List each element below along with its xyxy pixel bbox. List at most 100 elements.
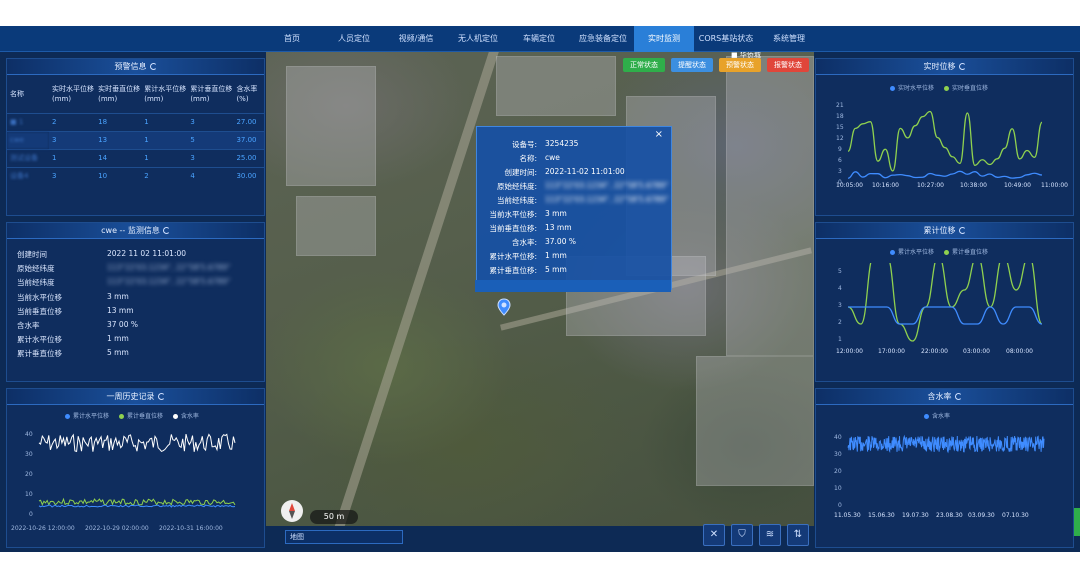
nav-item-vehicle[interactable]: 车辆定位 bbox=[512, 26, 566, 52]
popup-value: 37.00 % bbox=[545, 237, 576, 246]
panel-title: 实时位移 bbox=[816, 59, 1073, 75]
warning-table: 名称 实时水平位移(mm) 实时垂直位移(mm) 累计水平位移(mm) 累计垂直… bbox=[7, 75, 264, 185]
popup-label: 原始经纬度: bbox=[496, 182, 537, 191]
legend-swatch bbox=[890, 250, 895, 255]
info-value: 1 mm bbox=[107, 334, 129, 343]
popup-value: 13 mm bbox=[545, 223, 572, 232]
info-label: 当前垂直位移 bbox=[17, 307, 62, 316]
info-value: 113°22'03.1234", 22°58'5.6789" bbox=[107, 263, 231, 272]
map-building-block bbox=[286, 66, 376, 186]
nav-item-system[interactable]: 系统管理 bbox=[764, 26, 814, 52]
compass-icon[interactable] bbox=[281, 500, 303, 522]
y-tick: 2 bbox=[838, 319, 842, 326]
nav-item-home[interactable]: 首页 bbox=[272, 26, 312, 52]
x-tick: 08:00:00 bbox=[1006, 348, 1033, 355]
horizontal-series-line bbox=[847, 170, 1043, 179]
nav-item-equipment[interactable]: 应急装备定位 bbox=[574, 26, 632, 52]
y-tick: 3 bbox=[838, 168, 842, 175]
table-header: 累计水平位移(mm) bbox=[144, 84, 187, 103]
x-tick: 17:00:00 bbox=[878, 348, 905, 355]
y-tick: 30 bbox=[25, 451, 33, 458]
location-pin-icon[interactable] bbox=[497, 298, 511, 316]
shield-icon[interactable]: ⛉ bbox=[731, 524, 753, 546]
table-row[interactable]: 设备4 3 10 2 4 30.00 bbox=[7, 166, 264, 185]
x-tick: 15.06.30 bbox=[868, 512, 895, 519]
chart-legend: 累计水平位移 累计垂直位移 bbox=[882, 247, 988, 256]
info-label: 创建时间 bbox=[17, 250, 47, 259]
panel-title: 一周历史记录 bbox=[7, 389, 264, 405]
moisture-panel: 含水率 含水率 40 30 20 10 0 11.05.30 15.06.30 … bbox=[815, 388, 1074, 548]
status-reminder-button[interactable]: 提醒状态 bbox=[671, 58, 713, 72]
popup-value: 113°22'03.1234", 22°58'5.6789" bbox=[545, 195, 669, 204]
legend-swatch bbox=[172, 414, 178, 419]
chart-legend: 累计水平位移 累计垂直位移 含水率 bbox=[57, 411, 199, 420]
info-value: 13 mm bbox=[107, 306, 134, 315]
close-icon[interactable]: × bbox=[655, 129, 663, 140]
popup-value: cwe bbox=[545, 153, 560, 162]
y-tick: 20 bbox=[834, 468, 842, 475]
x-tick: 2022-10-26 12:00:00 bbox=[11, 525, 75, 532]
popup-label: 当前水平位移: bbox=[489, 210, 537, 219]
sort-icon[interactable]: ⇅ bbox=[787, 524, 809, 546]
horizontal-series-line bbox=[847, 306, 1043, 325]
info-label: 累计垂直位移 bbox=[17, 349, 62, 358]
history-panel: 一周历史记录 累计水平位移 累计垂直位移 含水率 40 30 20 10 0 2… bbox=[6, 388, 265, 548]
popup-value: 3254235 bbox=[545, 139, 579, 148]
realtime-chart: 21 18 15 12 9 6 3 0 10:05:00 10:05:00 10… bbox=[836, 102, 1068, 189]
refresh-icon[interactable] bbox=[954, 393, 962, 400]
x-tick: 12:00:00 bbox=[836, 348, 863, 355]
refresh-icon[interactable] bbox=[958, 227, 966, 234]
history-chart: 40 30 20 10 0 2022-10-26 12:00:00 2022-1… bbox=[11, 431, 236, 532]
refresh-icon[interactable] bbox=[149, 63, 157, 70]
map-scale: 50 m bbox=[310, 510, 358, 524]
x-tick: 03.09.30 bbox=[968, 512, 995, 519]
info-value: 2022 11 02 11:01:00 bbox=[107, 249, 187, 258]
nav-item-drone[interactable]: 无人机定位 bbox=[452, 26, 504, 52]
map-building-block bbox=[726, 56, 814, 356]
chart-legend: 含水率 bbox=[916, 411, 950, 420]
info-label: 累计水平位移 bbox=[17, 335, 62, 344]
legend-swatch bbox=[943, 250, 949, 255]
nav-item-video[interactable]: 视频/通信 bbox=[390, 26, 442, 52]
refresh-icon[interactable] bbox=[162, 227, 170, 234]
x-tick: 23.08.30 bbox=[936, 512, 963, 519]
clear-icon[interactable]: ✕ bbox=[703, 524, 725, 546]
y-tick: 6 bbox=[838, 157, 842, 164]
info-label: 原始经纬度 bbox=[17, 264, 55, 273]
y-tick: 9 bbox=[838, 146, 842, 153]
y-tick: 30 bbox=[834, 451, 842, 458]
realtime-displacement-panel: 实时位移 实时水平位移 实时垂直位移 21 18 15 12 9 6 3 0 1… bbox=[815, 58, 1074, 216]
panel-title: cwe -- 监测信息 bbox=[7, 223, 264, 239]
panel-title: 预警信息 bbox=[7, 59, 264, 75]
table-row[interactable]: 测试设备 1 14 1 3 25.00 bbox=[7, 148, 264, 167]
y-tick: 40 bbox=[25, 431, 33, 438]
nav-item-personnel[interactable]: 人员定位 bbox=[330, 26, 378, 52]
nav-item-cors[interactable]: CORS基站状态 bbox=[698, 26, 754, 52]
table-row[interactable]: ■ 1 2 18 1 3 27.00 bbox=[7, 112, 264, 131]
popup-label: 名称: bbox=[519, 154, 537, 163]
map-layer-select[interactable]: 地图 bbox=[285, 530, 403, 544]
refresh-icon[interactable] bbox=[958, 63, 966, 70]
table-row[interactable]: cwe 3 13 1 5 37.00 bbox=[7, 130, 264, 149]
popup-value: 3 mm bbox=[545, 209, 567, 218]
popup-label: 创建时间: bbox=[504, 168, 537, 177]
side-indicator bbox=[1074, 508, 1080, 536]
x-tick: 10:49:00 bbox=[1004, 182, 1031, 189]
panel-title: 含水率 bbox=[816, 389, 1073, 405]
x-tick: 10:16:00 bbox=[872, 182, 899, 189]
info-label: 当前水平位移 bbox=[17, 293, 62, 302]
x-tick: 11.05.30 bbox=[834, 512, 861, 519]
cumulative-chart: 5 4 3 2 1 12:00:00 17:00:00 22:00:00 03:… bbox=[836, 263, 1043, 355]
y-tick: 18 bbox=[836, 113, 844, 120]
legend-swatch bbox=[924, 414, 929, 419]
status-warning-button[interactable]: 预警状态 bbox=[719, 58, 761, 72]
nav-item-monitor[interactable]: 实时监测 bbox=[634, 26, 694, 52]
status-normal-button[interactable]: 正常状态 bbox=[623, 58, 665, 72]
popup-label: 累计垂直位移: bbox=[489, 266, 537, 275]
y-tick: 5 bbox=[838, 268, 842, 275]
layers-icon[interactable]: ≋ bbox=[759, 524, 781, 546]
moisture-series-line bbox=[847, 434, 1045, 454]
y-tick: 1 bbox=[838, 336, 842, 343]
status-alarm-button[interactable]: 报警状态 bbox=[767, 58, 809, 72]
refresh-icon[interactable] bbox=[157, 393, 165, 400]
